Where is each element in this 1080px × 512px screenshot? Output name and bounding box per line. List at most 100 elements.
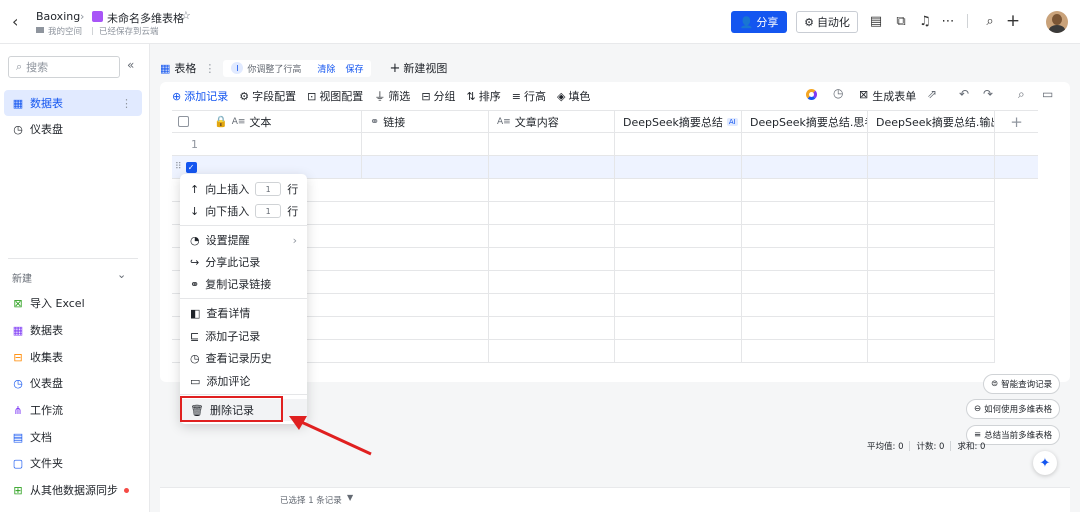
menu-set-reminder[interactable]: ◔ 设置提醒 › [180,229,307,251]
menu-share-record[interactable]: ↪ 分享此记录 [180,251,307,273]
view-config-button[interactable]: ⊡ 视图配置 [307,88,363,104]
group-button[interactable]: ⊟ 分组 [421,88,455,104]
fill-color-button[interactable]: ◈ 填色 [557,88,590,104]
share-button[interactable]: 👤 分享 [731,11,787,33]
table-cell[interactable] [742,202,868,224]
menu-insert-below[interactable]: ↓ 向下插入 1 行 [180,200,307,222]
chevron-down-icon[interactable]: ⌄ [117,268,126,281]
table-cell[interactable] [489,248,615,270]
table-cell[interactable] [868,156,995,178]
undo-icon[interactable]: ↶ [959,87,969,101]
menu-view-history[interactable]: ◷ 查看记录历史 [180,347,307,369]
table-cell[interactable] [615,179,742,201]
table-row[interactable]: 1 [172,133,1038,156]
column-header-text[interactable]: 🔒 A≡ 文本 [192,111,362,132]
more-icon[interactable]: ⋯ [940,13,956,29]
column-header-deepseek-summary[interactable]: DeepSeek摘要总结 AI [615,111,742,132]
table-cell[interactable] [489,179,615,201]
table-cell[interactable] [362,248,489,270]
sidebar-item-dashboard[interactable]: ◷ 仪表盘 [4,116,142,142]
tab-more-icon[interactable]: ⋮ [204,62,215,75]
tab-table[interactable]: ▦ 表格 [160,60,196,76]
table-cell[interactable] [489,156,615,178]
automation-button[interactable]: ⚙ 自动化 [796,11,858,33]
menu-view-detail[interactable]: ◧ 查看详情 [180,302,307,324]
insert-above-count-input[interactable]: 1 [255,182,282,196]
table-cell[interactable] [615,317,742,339]
create-dashboard[interactable]: ◷ 仪表盘 [4,370,142,396]
row-checkbox[interactable]: ✓ [185,161,197,173]
table-cell[interactable] [742,317,868,339]
table-cell[interactable] [742,179,868,201]
drag-handle-icon[interactable]: ⠿ [175,162,182,172]
table-cell[interactable] [868,294,995,316]
plus-icon[interactable]: + [1005,11,1021,31]
sum-stat[interactable]: 求和: 0 [957,440,985,452]
new-view-button[interactable]: + 新建视图 [389,60,447,76]
table-cell[interactable] [868,340,995,362]
add-record-button[interactable]: ⊕ 添加记录 [172,88,228,104]
filter-button[interactable]: ⏚ 筛选 [374,88,410,104]
column-header-article[interactable]: A≡ 文章内容 [489,111,615,132]
table-cell[interactable] [615,225,742,247]
table-cell[interactable] [868,179,995,201]
create-folder[interactable]: ▢ 文件夹 [4,450,142,476]
table-cell[interactable] [742,225,868,247]
table-cell[interactable] [489,133,615,155]
table-cell[interactable] [489,340,615,362]
add-column-button[interactable]: + [995,111,1038,132]
table-cell[interactable] [489,225,615,247]
table-cell[interactable] [868,271,995,293]
ai-color-icon[interactable] [806,89,817,100]
caret-down-icon[interactable]: ▼ [347,493,353,502]
create-workflow[interactable]: ⋔ 工作流 [4,397,142,423]
table-cell[interactable] [362,156,489,178]
row-height-button[interactable]: ≡ 行高 [512,88,546,104]
generate-form-button[interactable]: ⊠ 生成表单 [859,88,916,104]
table-cell[interactable] [362,317,489,339]
column-header-deepseek-thinking[interactable]: DeepSeek摘要总结.思考... [742,111,868,132]
doc-title[interactable]: 未命名多维表格 [107,10,184,26]
table-cell[interactable] [615,133,742,155]
column-header-deepseek-output[interactable]: DeepSeek摘要总结.输出... [868,111,995,132]
table-cell[interactable] [615,156,742,178]
table-cell[interactable] [615,248,742,270]
table-cell[interactable] [868,248,995,270]
menu-insert-above[interactable]: ↑ 向上插入 1 行 [180,178,307,200]
table-cell[interactable] [489,294,615,316]
table-cell[interactable] [742,248,868,270]
table-cell[interactable] [868,225,995,247]
save-button[interactable]: 保存 [345,62,363,75]
create-doc[interactable]: ▤ 文档 [4,424,142,450]
doc-icon[interactable]: ▤ [868,13,884,29]
table-cell[interactable] [742,294,868,316]
collapse-sidebar-icon[interactable]: « [127,58,134,72]
smart-query-button[interactable]: ⊜ 智能查询记录 [983,374,1061,394]
table-cell[interactable] [615,202,742,224]
table-cell[interactable] [362,340,489,362]
create-form[interactable]: ⊟ 收集表 [4,344,142,370]
table-cell[interactable] [489,202,615,224]
select-all-cell[interactable] [172,111,192,132]
table-cell[interactable] [362,202,489,224]
table-cell[interactable] [742,133,868,155]
menu-add-child[interactable]: ⊑ 添加子记录 [180,325,307,347]
table-cell[interactable] [489,271,615,293]
search-icon[interactable]: ⌕ [982,13,998,29]
table-cell[interactable] [868,317,995,339]
table-cell[interactable] [615,294,742,316]
avg-stat[interactable]: 平均值: 0 [867,440,903,452]
sort-button[interactable]: ⇅ 排序 [467,88,501,104]
table-cell[interactable] [742,340,868,362]
table-cell[interactable] [362,225,489,247]
clock-icon[interactable]: ◷ [833,86,843,100]
create-datatable[interactable]: ▦ 数据表 [4,317,142,343]
redo-icon[interactable]: ↷ [983,87,993,101]
insert-below-count-input[interactable]: 1 [255,204,282,218]
back-icon[interactable]: ‹ [12,12,18,31]
search-input[interactable]: ⌕ 搜索 [8,56,120,78]
table-cell[interactable] [615,271,742,293]
create-sync-source[interactable]: ⊞ 从其他数据源同步 [4,477,142,503]
table-cell[interactable] [362,179,489,201]
comment-icon[interactable]: ▭ [1042,87,1053,101]
